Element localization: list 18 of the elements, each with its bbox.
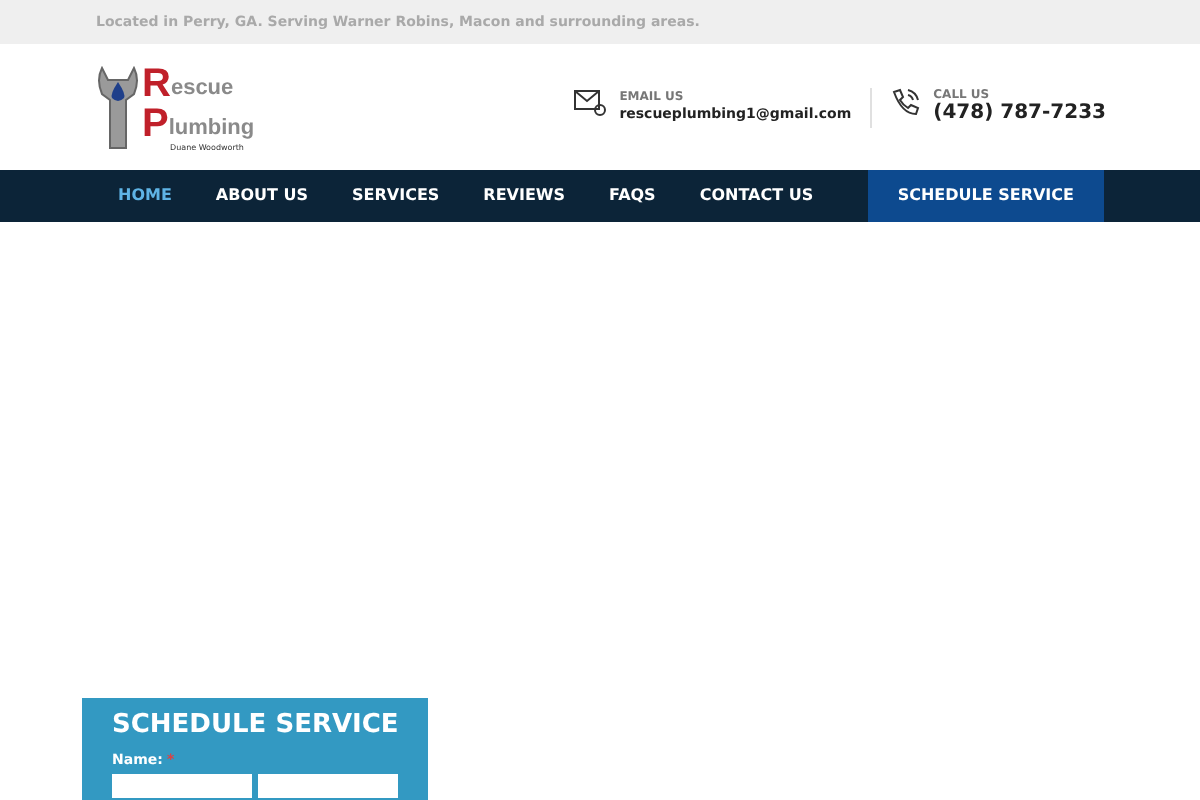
wrench-drop-icon	[96, 63, 140, 151]
logo-initial: R	[142, 63, 171, 103]
phone-icon	[889, 87, 920, 117]
logo-word: escue	[170, 77, 234, 99]
nav-link[interactable]: SERVICES	[330, 170, 462, 222]
logo-initial: P	[142, 103, 169, 143]
nav-link[interactable]: REVIEWS	[461, 170, 588, 222]
last-name-field[interactable]	[258, 774, 398, 798]
nav-link[interactable]: HOME	[96, 170, 194, 222]
nav-link[interactable]: CONTACT US	[677, 170, 836, 222]
nav-link[interactable]: ABOUT US	[193, 170, 331, 222]
form-title: SCHEDULE SERVICE	[112, 710, 398, 742]
schedule-service-button[interactable]: SCHEDULE SERVICE	[867, 170, 1104, 222]
logo-word: lumbing	[168, 117, 255, 139]
nav-link[interactable]: FAQS	[587, 170, 678, 222]
envelope-icon	[573, 90, 606, 117]
first-name-field[interactable]	[112, 774, 252, 798]
contact-value[interactable]: (478) 787-7233	[933, 102, 1106, 127]
